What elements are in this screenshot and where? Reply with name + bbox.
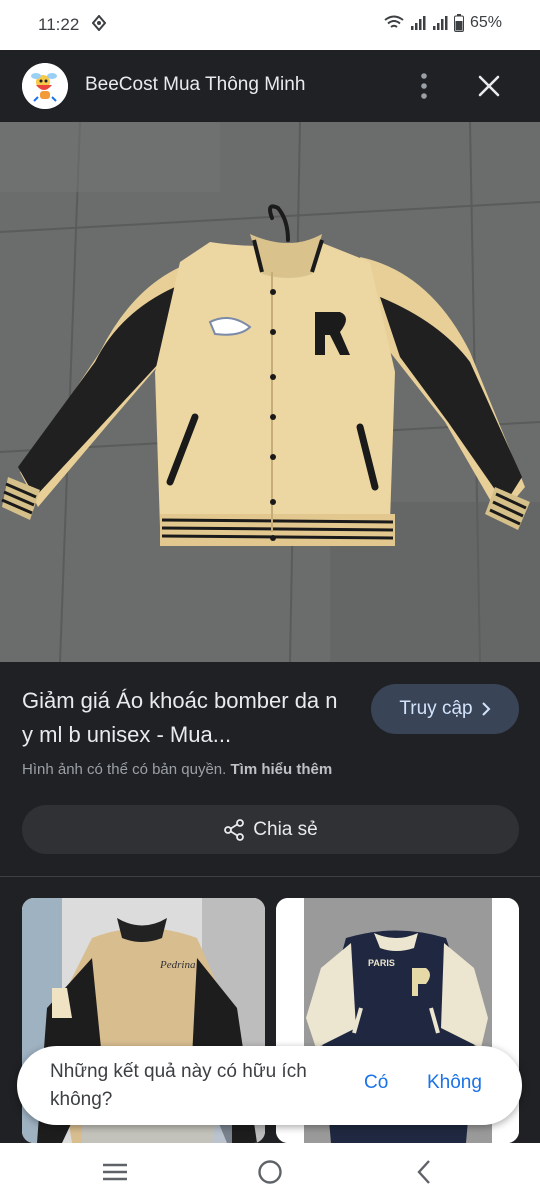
battery-percent: 65%	[469, 14, 502, 31]
svg-text:PARIS: PARIS	[368, 958, 395, 968]
copyright-notice: Hình ảnh có thể có bản quyền. Tìm hiểu t…	[22, 761, 332, 778]
header: BeeCost Mua Thông Minh	[0, 50, 540, 122]
signal-icon-2	[432, 16, 448, 30]
bomber-jacket-image	[0, 122, 540, 662]
share-icon	[224, 818, 245, 841]
divider	[0, 876, 540, 877]
feedback-no-button[interactable]: Không	[427, 1072, 482, 1094]
recent-apps-icon[interactable]	[100, 1157, 130, 1187]
feedback-yes-button[interactable]: Có	[364, 1072, 388, 1094]
wifi-icon	[384, 15, 404, 28]
visit-label: Truy cập	[399, 698, 473, 719]
result-title[interactable]: Giảm giá Áo khoác bomber da n y ml b uni…	[22, 684, 352, 752]
status-bar: 11:22 65%	[0, 0, 540, 50]
back-icon[interactable]	[410, 1157, 440, 1187]
beecost-logo[interactable]	[22, 63, 68, 109]
signal-icon	[410, 16, 426, 30]
more-vert-icon[interactable]	[410, 70, 438, 102]
share-label: Chia sẻ	[253, 818, 318, 840]
status-icons: 65%	[384, 14, 502, 32]
close-icon[interactable]	[474, 70, 504, 102]
status-time: 11:22	[38, 15, 80, 34]
learn-more-link[interactable]: Tìm hiểu thêm	[231, 761, 333, 778]
bee-mascot-icon	[22, 63, 68, 109]
battery-icon	[453, 14, 464, 32]
visit-button[interactable]: Truy cập	[371, 684, 519, 734]
svg-text:Pedrina: Pedrina	[159, 959, 196, 971]
main-product-image[interactable]	[0, 122, 540, 662]
vpn-key-icon	[92, 15, 106, 31]
system-nav-bar	[0, 1143, 540, 1200]
feedback-question: Những kết quả này có hữu ích không?	[50, 1061, 307, 1110]
home-icon[interactable]	[255, 1157, 285, 1187]
share-button[interactable]: Chia sẻ	[22, 805, 519, 854]
app-title: BeeCost Mua Thông Minh	[85, 74, 306, 95]
chevron-right-icon	[481, 702, 491, 716]
feedback-card: Những kết quả này có hữu ích không? Có K…	[17, 1046, 522, 1125]
copyright-text: Hình ảnh có thể có bản quyền.	[22, 761, 227, 778]
